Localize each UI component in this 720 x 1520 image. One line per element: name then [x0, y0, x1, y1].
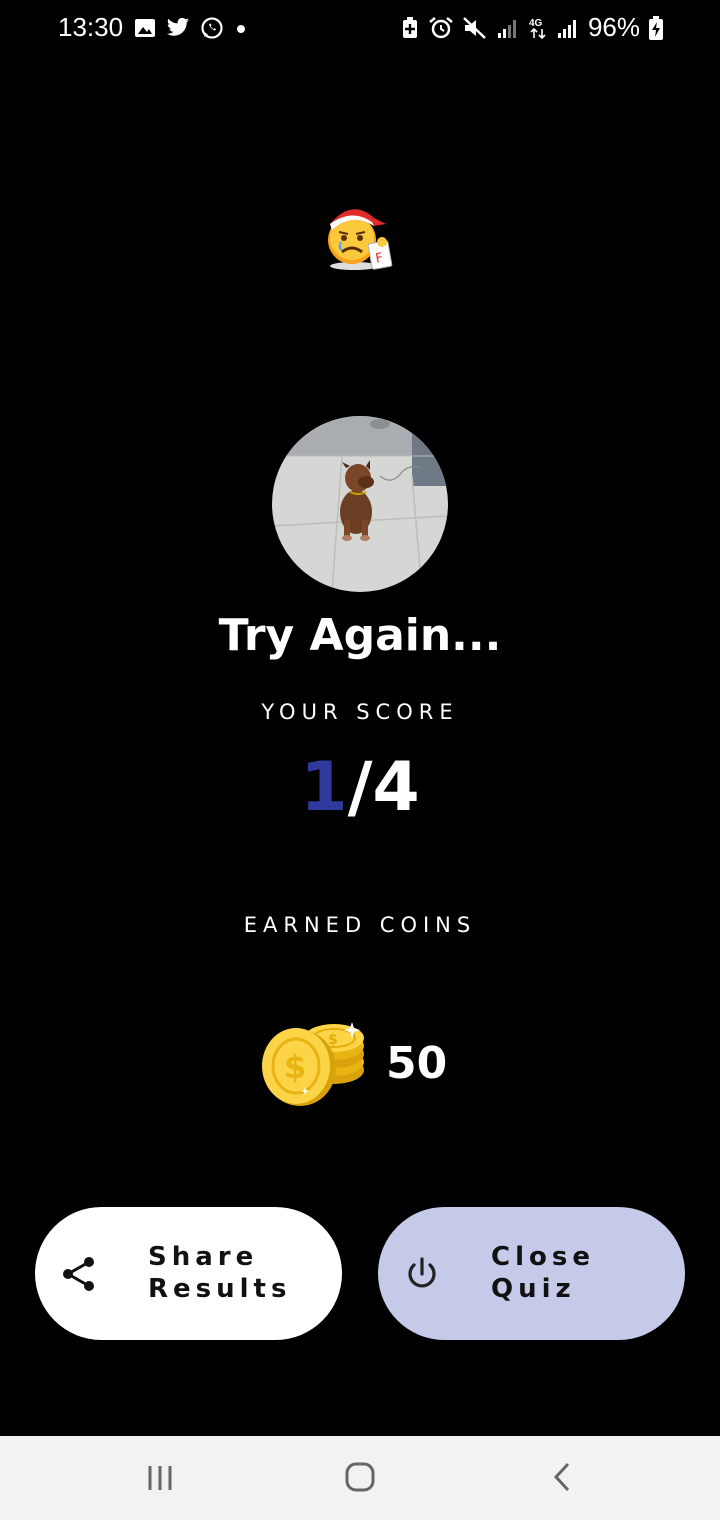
4g-icon: 4G	[529, 18, 546, 39]
gold-coins-icon: $ $	[262, 1022, 364, 1106]
share-results-label: Share Results	[148, 1241, 328, 1305]
recents-icon[interactable]	[140, 1460, 180, 1496]
mute-icon	[463, 16, 486, 39]
svg-text:$: $	[284, 1048, 306, 1086]
signal-icon	[497, 19, 516, 38]
score-correct: 1	[300, 748, 348, 827]
signal-icon	[557, 19, 576, 38]
battery-charging-icon	[649, 15, 663, 40]
share-label-line1: Share	[148, 1242, 259, 1272]
close-quiz-button[interactable]: Close Quiz	[378, 1207, 685, 1340]
coins-label: EARNED COINS	[243, 913, 477, 937]
battery-saver-icon	[402, 16, 417, 38]
dot-icon	[237, 25, 245, 33]
score-total: 4	[372, 748, 420, 827]
avatar	[272, 416, 448, 592]
battery-percent: 96%	[587, 12, 640, 42]
close-label-line1: Close	[491, 1242, 595, 1272]
back-icon[interactable]	[542, 1460, 582, 1496]
gallery-icon	[135, 19, 155, 37]
close-label-line2: Quiz	[491, 1274, 576, 1304]
status-time: 13:30	[58, 12, 124, 42]
svg-text:4G: 4G	[529, 18, 543, 29]
result-title: Try Again...	[218, 610, 502, 661]
whatsapp-icon	[201, 17, 223, 39]
close-quiz-label: Close Quiz	[491, 1241, 671, 1305]
score-label: YOUR SCORE	[261, 700, 459, 724]
status-bar: 13:30 4G 96%	[0, 0, 720, 58]
home-icon[interactable]	[340, 1460, 380, 1496]
share-icon	[63, 1257, 94, 1291]
score-separator: /	[347, 748, 373, 827]
coins-value: 50	[386, 1038, 448, 1089]
power-icon	[408, 1257, 436, 1288]
alarm-icon	[429, 16, 453, 38]
navigation-bar	[0, 1436, 720, 1520]
sad-face-icon: F	[328, 209, 393, 270]
system-icons: 4G 96%	[400, 12, 664, 43]
notification-icons	[134, 16, 248, 40]
twitter-icon	[167, 17, 189, 36]
svg-text:$: $	[328, 1032, 338, 1048]
share-label-line2: Results	[148, 1274, 292, 1304]
score-value: 1/4	[0, 748, 720, 827]
dog-photo	[272, 416, 448, 592]
share-results-button[interactable]: Share Results	[35, 1207, 342, 1340]
